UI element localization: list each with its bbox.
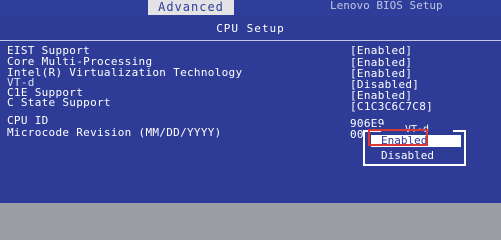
virtualization-technology-label: Intel(R) Virtualization Technology — [7, 66, 243, 79]
cpu-setup-panel: CPU Setup EIST Support [Enabled] Core Mu… — [0, 16, 501, 203]
c-state-support-value[interactable]: [C1C3C6C7C8] — [350, 100, 433, 113]
selection-highlight-box — [368, 129, 428, 146]
page-title: CPU Setup — [216, 22, 285, 35]
c-state-support-label: C State Support — [7, 96, 111, 109]
microcode-revision-label: Microcode Revision (MM/DD/YYYY) — [7, 126, 222, 139]
microcode-revision-value: 00 — [350, 128, 364, 141]
bios-brand-text: Lenovo BIOS Setup — [330, 0, 443, 12]
top-bar: Advanced Lenovo BIOS Setup — [0, 0, 501, 16]
option-disabled[interactable]: Disabled — [371, 150, 461, 162]
tab-advanced[interactable]: Advanced — [148, 0, 234, 15]
title-divider — [0, 40, 501, 41]
